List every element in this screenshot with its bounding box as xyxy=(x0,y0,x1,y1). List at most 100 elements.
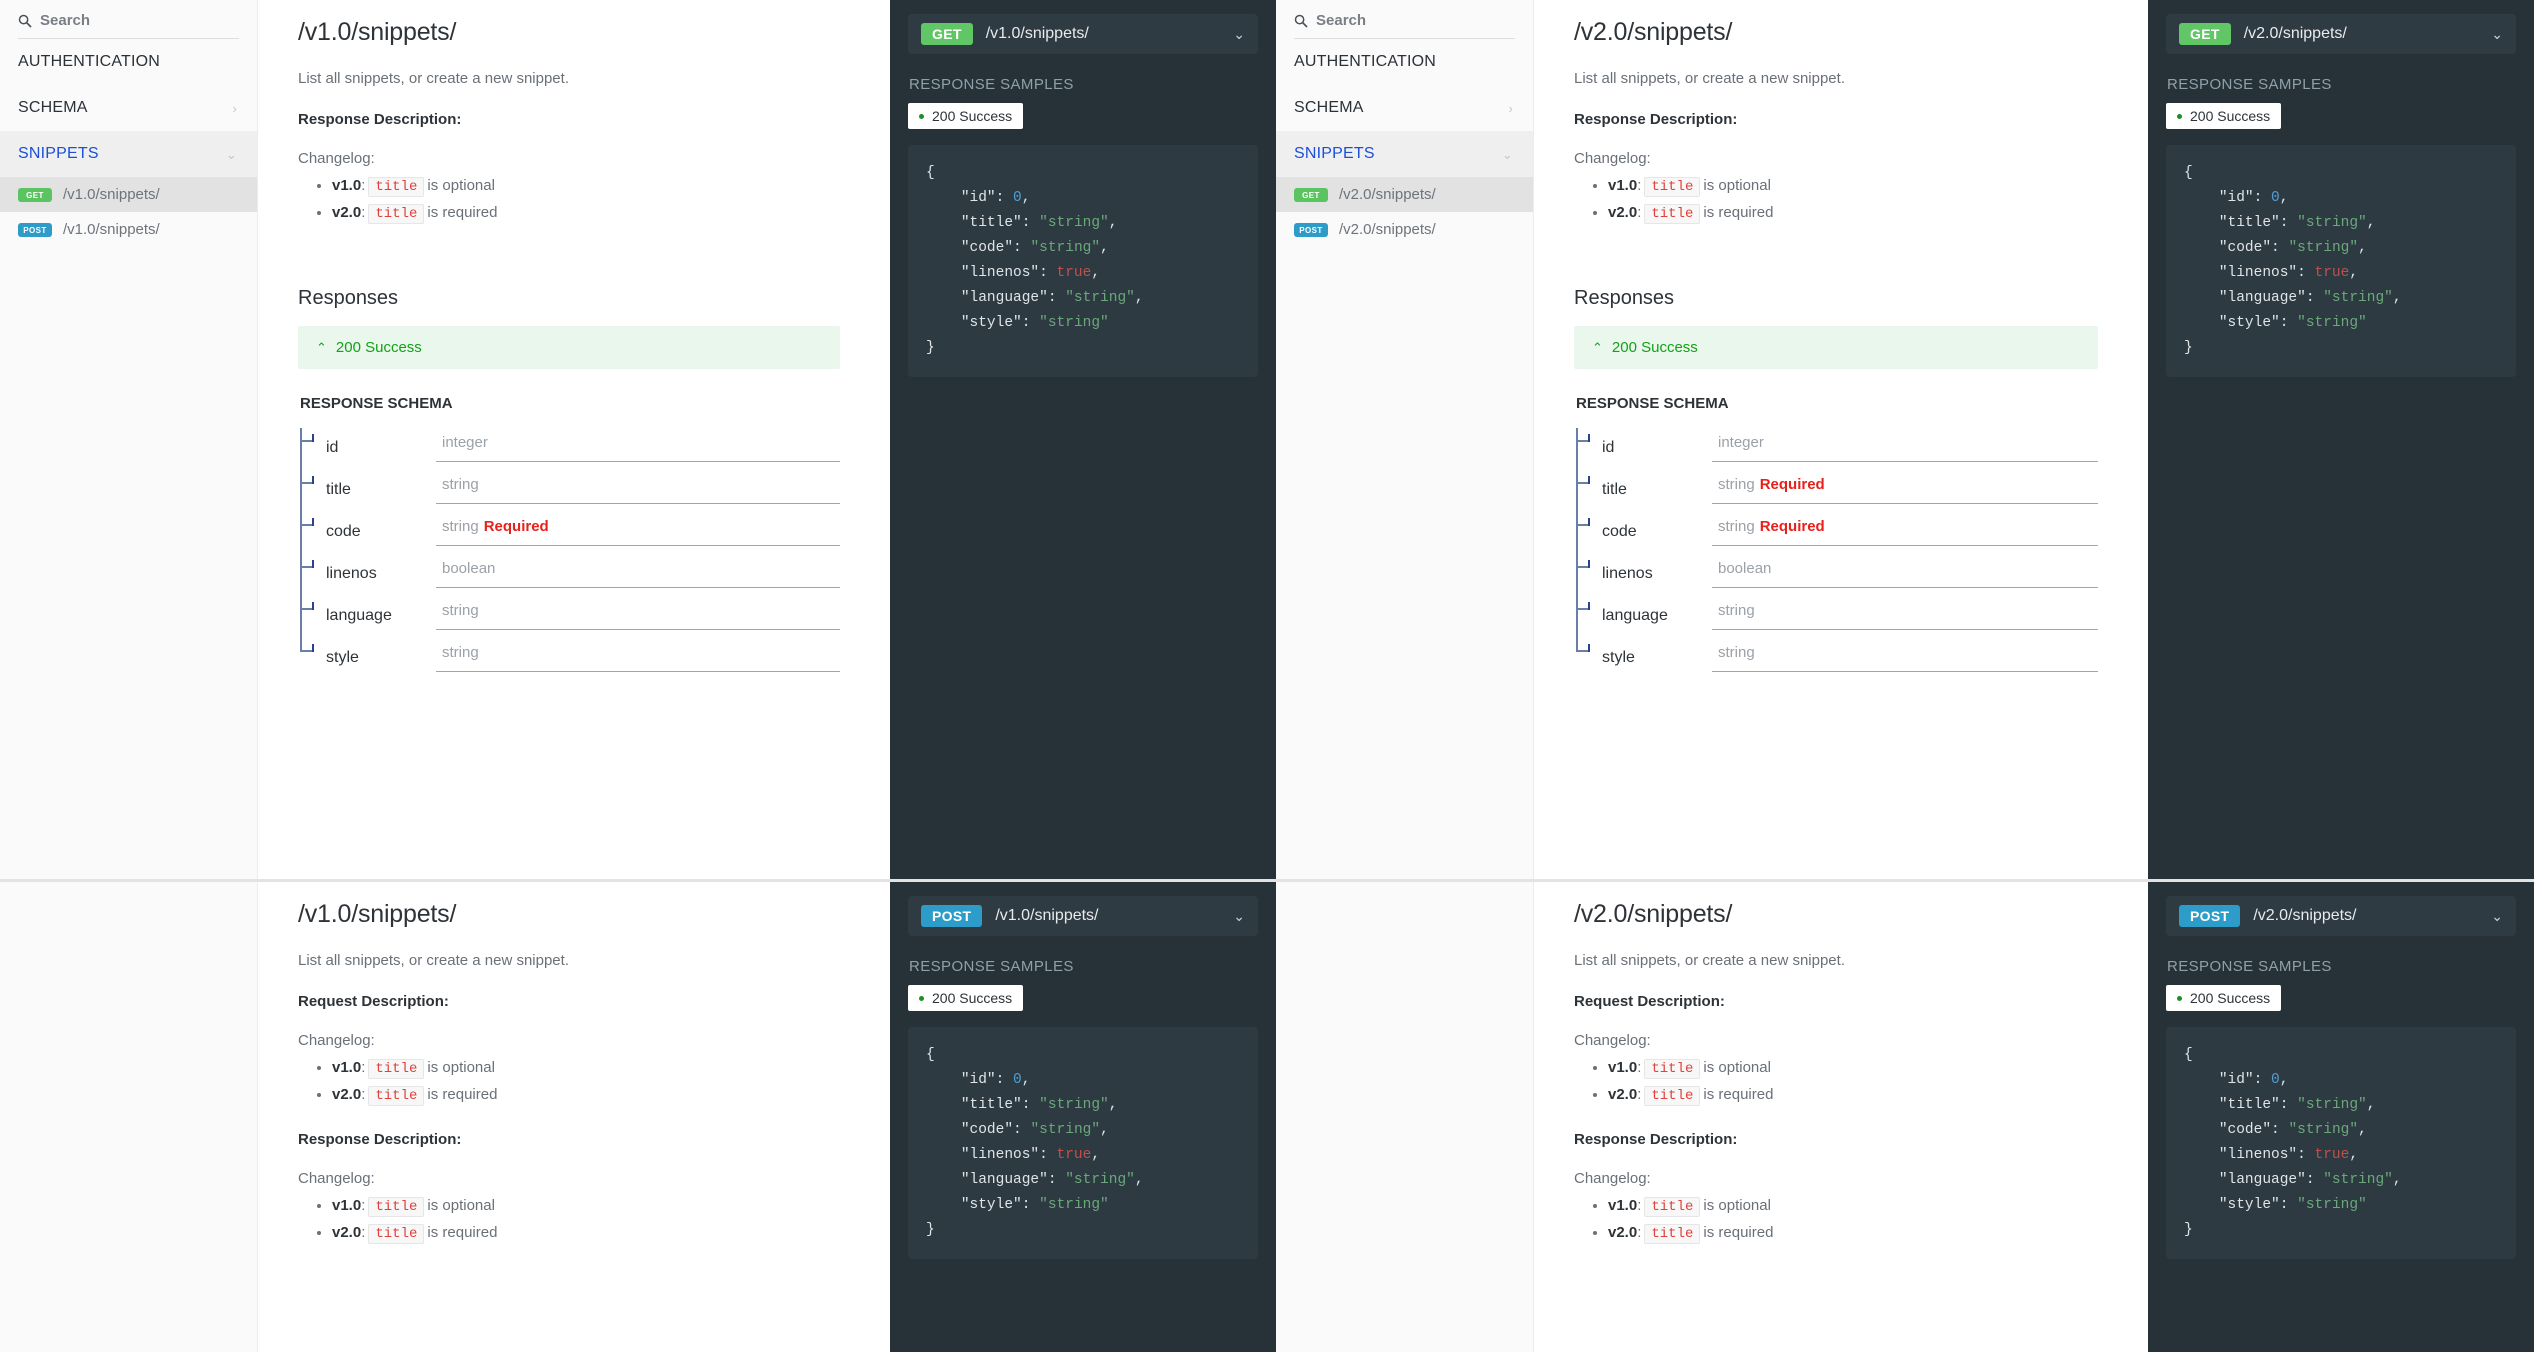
sidebar-section-schema[interactable]: SCHEMA › xyxy=(1276,85,1533,131)
sidebar-section-label: AUTHENTICATION xyxy=(18,53,160,71)
changelog-sep: : xyxy=(361,177,365,194)
inline-code: title xyxy=(1644,1197,1700,1217)
chevron-right-icon: › xyxy=(232,102,237,115)
code-panel-v1-post: POST /v1.0/snippets/ ⌄ RESPONSE SAMPLES … xyxy=(890,882,1276,1352)
sidebar-item-get-snippets[interactable]: GET /v2.0/snippets/ xyxy=(1276,177,1533,212)
endpoint-url-bar[interactable]: GET /v1.0/snippets/ ⌄ xyxy=(908,14,1258,54)
sidebar-section-snippets[interactable]: SNIPPETS ⌄ xyxy=(0,131,257,177)
inline-code: title xyxy=(368,177,424,197)
endpoint-description: List all snippets, or create a new snipp… xyxy=(298,952,840,969)
changelog-text: is required xyxy=(1703,204,1773,221)
sidebar-section-snippets[interactable]: SNIPPETS ⌄ xyxy=(1276,131,1533,177)
endpoint-url: /v1.0/snippets/ xyxy=(986,25,1221,43)
sidebar-item-post-snippets[interactable]: POST /v2.0/snippets/ xyxy=(1276,212,1533,247)
changelog-version: v1.0 xyxy=(332,1059,361,1076)
changelog-sep: : xyxy=(361,1197,365,1214)
sample-tab-200[interactable]: 200 Success xyxy=(2166,103,2281,129)
search-input[interactable] xyxy=(1316,12,1515,29)
sample-tab-200[interactable]: 200 Success xyxy=(908,985,1023,1011)
endpoint-url-bar[interactable]: POST /v2.0/snippets/ ⌄ xyxy=(2166,896,2516,936)
schema-row: titlestringRequired xyxy=(1576,462,2098,504)
sample-tab-200[interactable]: 200 Success xyxy=(2166,985,2281,1011)
schema-row: languagestring xyxy=(300,588,840,630)
endpoint-url-bar[interactable]: GET /v2.0/snippets/ ⌄ xyxy=(2166,14,2516,54)
schema-field-name: code xyxy=(1576,518,1712,546)
schema-tree: idinteger titlestringRequired codestring… xyxy=(1574,420,2098,672)
changelog-sep: : xyxy=(361,204,365,221)
code-panel-v1-get: GET /v1.0/snippets/ ⌄ RESPONSE SAMPLES 2… xyxy=(890,0,1276,882)
schema-field-name: style xyxy=(300,644,436,672)
sidebar-section-schema[interactable]: SCHEMA › xyxy=(0,85,257,131)
changelog-list-response: v1.0:titleis optional v2.0:titleis requi… xyxy=(1608,1193,2098,1247)
schema-row: codestringRequired xyxy=(1576,504,2098,546)
panel-v1-get: AUTHENTICATION SCHEMA › SNIPPETS ⌄ GET /… xyxy=(0,0,1276,882)
inline-code: title xyxy=(1644,1224,1700,1244)
method-badge-get: GET xyxy=(18,188,52,202)
schema-field-name: id xyxy=(1576,434,1712,462)
chevron-down-icon[interactable]: ⌄ xyxy=(2491,909,2503,923)
changelog-text: is optional xyxy=(427,1059,495,1076)
sidebar-v2-post xyxy=(1276,882,1534,1352)
sidebar-section-authentication[interactable]: AUTHENTICATION xyxy=(1276,39,1533,85)
responses-heading: Responses xyxy=(298,287,840,310)
response-description-label: Response Description: xyxy=(298,1131,840,1148)
required-flag: Required xyxy=(1760,476,1825,493)
chevron-down-icon[interactable]: ⌄ xyxy=(1233,909,1245,923)
list-item: v2.0:titleis required xyxy=(332,1082,840,1109)
changelog-list: v1.0:titleis optional v2.0:titleis requi… xyxy=(332,173,840,227)
chevron-down-icon[interactable]: ⌄ xyxy=(1233,27,1245,41)
sample-tab-label: 200 Success xyxy=(932,990,1012,1006)
search-input[interactable] xyxy=(40,12,239,29)
code-panel-v2-post: POST /v2.0/snippets/ ⌄ RESPONSE SAMPLES … xyxy=(2148,882,2534,1352)
changelog-sep: : xyxy=(1637,1197,1641,1214)
response-200-toggle[interactable]: ⌃ 200 Success xyxy=(298,326,840,369)
schema-field-type: string xyxy=(1712,599,2098,630)
sidebar-item-label: /v2.0/snippets/ xyxy=(1339,221,1436,238)
list-item: v2.0:titleis required xyxy=(332,200,840,227)
content-v1-post: /v1.0/snippets/ List all snippets, or cr… xyxy=(258,882,890,1352)
schema-field-name: code xyxy=(300,518,436,546)
required-flag: Required xyxy=(1760,518,1825,535)
method-badge-get: GET xyxy=(1294,188,1328,202)
sidebar-section-label: SNIPPETS xyxy=(18,145,99,163)
schema-field-type: string xyxy=(1712,641,2098,672)
response-samples-label: RESPONSE SAMPLES xyxy=(909,958,1258,975)
search-box[interactable] xyxy=(18,12,239,39)
sample-tab-label: 200 Success xyxy=(2190,108,2270,124)
changelog-sep: : xyxy=(1637,1086,1641,1103)
search-icon xyxy=(18,14,32,28)
sidebar-section-authentication[interactable]: AUTHENTICATION xyxy=(0,39,257,85)
response-200-toggle[interactable]: ⌃ 200 Success xyxy=(1574,326,2098,369)
changelog-text: is required xyxy=(427,204,497,221)
sidebar-item-label: /v1.0/snippets/ xyxy=(63,186,160,203)
panel-v2-post: /v2.0/snippets/ List all snippets, or cr… xyxy=(1276,882,2534,1352)
response-samples-label: RESPONSE SAMPLES xyxy=(2167,76,2516,93)
changelog-label: Changelog: xyxy=(1574,1170,2098,1187)
page-title: /v1.0/snippets/ xyxy=(298,900,840,929)
status-dot-icon xyxy=(2177,114,2182,119)
schema-field-name: title xyxy=(1576,476,1712,504)
sample-tab-200[interactable]: 200 Success xyxy=(908,103,1023,129)
changelog-sep: : xyxy=(1637,177,1641,194)
sidebar-item-post-snippets[interactable]: POST /v1.0/snippets/ xyxy=(0,212,257,247)
endpoint-url-bar[interactable]: POST /v1.0/snippets/ ⌄ xyxy=(908,896,1258,936)
response-samples-label: RESPONSE SAMPLES xyxy=(909,76,1258,93)
changelog-version: v2.0 xyxy=(332,204,361,221)
changelog-sep: : xyxy=(361,1224,365,1241)
changelog-label: Changelog: xyxy=(1574,1032,2098,1049)
sidebar-item-get-snippets[interactable]: GET /v1.0/snippets/ xyxy=(0,177,257,212)
changelog-sep: : xyxy=(1637,204,1641,221)
list-item: v1.0:titleis optional xyxy=(332,173,840,200)
list-item: v1.0:titleis optional xyxy=(1608,173,2098,200)
schema-field-name: title xyxy=(300,476,436,504)
changelog-version: v1.0 xyxy=(1608,1197,1637,1214)
schema-tree: idinteger titlestring codestringRequired… xyxy=(298,420,840,672)
changelog-sep: : xyxy=(361,1059,365,1076)
changelog-sep: : xyxy=(361,1086,365,1103)
schema-row: idinteger xyxy=(1576,420,2098,462)
schema-field-type: string xyxy=(436,641,840,672)
endpoint-description: List all snippets, or create a new snipp… xyxy=(1574,70,2098,87)
chevron-down-icon[interactable]: ⌄ xyxy=(2491,27,2503,41)
search-box[interactable] xyxy=(1294,12,1515,39)
page-title: /v2.0/snippets/ xyxy=(1574,18,2098,47)
